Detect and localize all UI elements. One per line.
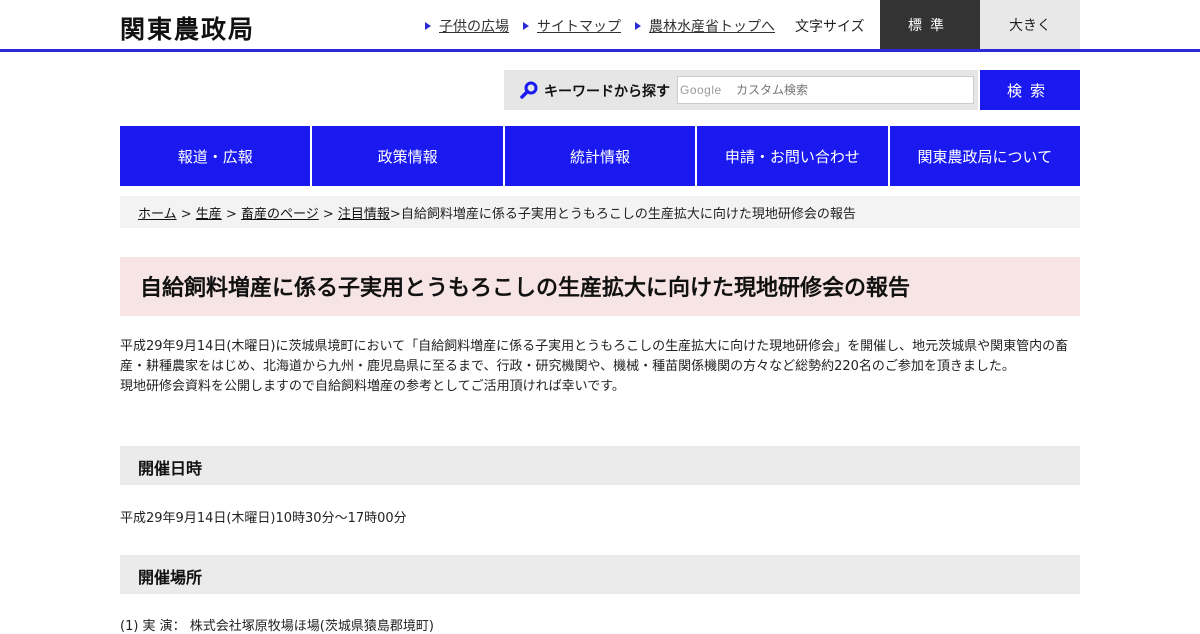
breadcrumb-livestock[interactable]: 畜産のページ bbox=[241, 207, 319, 222]
breadcrumb-home[interactable]: ホーム bbox=[138, 207, 177, 222]
page-title: 自給飼料増産に係る子実用とうもろこしの生産拡大に向けた現地研修会の報告 bbox=[120, 257, 1080, 316]
util-link-label: 子供の広場 bbox=[439, 19, 509, 35]
event-date-text: 平成29年9月14日(木曜日)10時30分～17時00分 bbox=[120, 511, 407, 526]
site-header: 関東農政局 子供の広場 サイトマップ 農林水産省トップへ 文字サイズ 標準 大き… bbox=[0, 0, 1200, 52]
breadcrumb-featured[interactable]: 注目情報 bbox=[338, 207, 390, 222]
section-heading-date: 開催日時 bbox=[120, 446, 1080, 485]
triangle-bullet-icon bbox=[523, 22, 529, 30]
intro-paragraph: 平成29年9月14日(木曜日)に茨城県境町において「自給飼料増産に係る子実用とう… bbox=[120, 339, 1069, 374]
section-heading-venue: 開催場所 bbox=[120, 555, 1080, 594]
breadcrumb-current: 自給飼料増産に係る子実用とうもろこしの生産拡大に向けた現地研修会の報告 bbox=[400, 207, 856, 222]
search-icon bbox=[520, 81, 538, 99]
nav-item-policy[interactable]: 政策情報 bbox=[312, 126, 503, 186]
nav-item-press[interactable]: 報道・広報 bbox=[120, 126, 311, 186]
search-button[interactable]: 検索 bbox=[980, 70, 1080, 110]
search-box: キーワードから探す Google bbox=[504, 70, 978, 110]
font-size-label: 文字サイズ bbox=[795, 19, 865, 35]
search-area: キーワードから探す Google 検索 bbox=[504, 70, 1080, 110]
font-size-standard-button[interactable]: 標準 bbox=[880, 0, 980, 49]
search-label: キーワードから探す bbox=[544, 84, 670, 100]
breadcrumb-separator: > bbox=[176, 207, 196, 222]
util-link-label: 農林水産省トップへ bbox=[649, 19, 775, 35]
util-link-label: サイトマップ bbox=[537, 19, 621, 35]
global-nav: 報道・広報 政策情報 統計情報 申請・お問い合わせ 関東農政局について bbox=[120, 126, 1081, 186]
site-title[interactable]: 関東農政局 bbox=[120, 10, 255, 46]
utility-links: 子供の広場 サイトマップ 農林水産省トップへ bbox=[425, 16, 775, 36]
nav-item-statistics[interactable]: 統計情報 bbox=[504, 126, 696, 186]
breadcrumb-separator: > bbox=[221, 207, 241, 222]
intro-text: 平成29年9月14日(木曜日)に茨城県境町において「自給飼料増産に係る子実用とう… bbox=[120, 337, 1080, 397]
breadcrumb-separator: > bbox=[318, 207, 338, 222]
triangle-bullet-icon bbox=[425, 22, 431, 30]
util-link-maff-top[interactable]: 農林水産省トップへ bbox=[635, 16, 775, 36]
intro-paragraph: 現地研修会資料を公開しますので自給飼料増産の参考としてご活用頂ければ幸いです。 bbox=[120, 379, 625, 394]
breadcrumb-production[interactable]: 生産 bbox=[196, 207, 222, 222]
triangle-bullet-icon bbox=[635, 22, 641, 30]
util-link-sitemap[interactable]: サイトマップ bbox=[523, 16, 621, 36]
event-venue-text: (1) 実 演： 株式会社塚原牧場ほ場(茨城県猿島郡境町) bbox=[120, 619, 434, 634]
util-link-kids[interactable]: 子供の広場 bbox=[425, 16, 509, 36]
google-logo: Google bbox=[680, 83, 722, 97]
nav-item-about[interactable]: 関東農政局について bbox=[889, 126, 1081, 186]
nav-item-inquiry[interactable]: 申請・お問い合わせ bbox=[697, 126, 888, 186]
breadcrumb-separator: > bbox=[389, 207, 401, 222]
font-size-large-button[interactable]: 大きく bbox=[980, 0, 1080, 49]
breadcrumb: ホーム > 生産 > 畜産のページ > 注目情報>自給飼料増産に係る子実用とうも… bbox=[120, 196, 1080, 228]
